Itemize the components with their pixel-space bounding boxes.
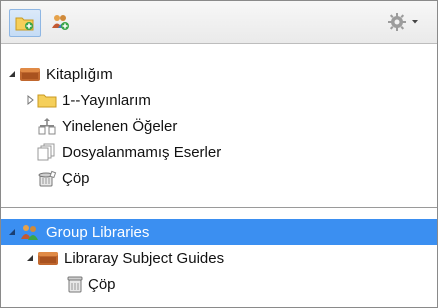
tree-item-label: Çöp xyxy=(62,169,90,187)
tree-item-label: 1--Yayınlarım xyxy=(62,91,151,109)
library-icon xyxy=(19,66,41,82)
group-add-icon xyxy=(52,15,69,30)
expanded-twisty-icon[interactable] xyxy=(25,253,35,263)
tree-item-group-trash[interactable]: Çöp xyxy=(1,271,437,297)
zotero-collections-pane: Kitaplığım 1--Yayınlarım Yinelenen Öğele… xyxy=(0,0,438,308)
tree-item-subject-guides[interactable]: Libraray Subject Guides xyxy=(1,245,437,271)
actions-menu-button[interactable] xyxy=(383,9,423,35)
folder-add-icon xyxy=(15,17,34,31)
new-collection-button[interactable] xyxy=(9,9,41,37)
folder-icon xyxy=(37,93,57,108)
tree-item-label: Çöp xyxy=(88,275,116,293)
tree-item-group-libraries[interactable]: Group Libraries xyxy=(1,219,437,245)
tree-item-label: Libraray Subject Guides xyxy=(64,249,225,267)
trash-icon xyxy=(37,169,57,187)
duplicate-items-icon xyxy=(37,117,57,135)
tree-item-trash[interactable]: Çöp xyxy=(1,165,437,191)
tree-item-yayinlarim[interactable]: 1--Yayınlarım xyxy=(1,87,437,113)
tree-item-label: Dosyalanmamış Eserler xyxy=(62,143,222,161)
unfiled-items-icon xyxy=(37,143,57,161)
library-icon xyxy=(37,250,59,266)
group-icon xyxy=(19,223,41,241)
tree-item-label: Group Libraries xyxy=(46,223,150,241)
tree-item-label: Yinelenen Öğeler xyxy=(62,117,178,135)
expanded-twisty-icon[interactable] xyxy=(7,227,17,237)
collapsed-twisty-icon[interactable] xyxy=(25,95,35,105)
tree-item-duplicate-items[interactable]: Yinelenen Öğeler xyxy=(1,113,437,139)
section-divider xyxy=(1,207,437,208)
tree-item-my-library[interactable]: Kitaplığım xyxy=(1,61,437,87)
trash-icon xyxy=(67,275,83,293)
gear-icon xyxy=(388,13,406,31)
chevron-down-icon xyxy=(412,20,418,24)
expanded-twisty-icon[interactable] xyxy=(7,69,17,79)
tree-item-unfiled-items[interactable]: Dosyalanmamış Eserler xyxy=(1,139,437,165)
new-group-button[interactable] xyxy=(45,9,75,35)
collections-tree: Kitaplığım 1--Yayınlarım Yinelenen Öğele… xyxy=(1,44,437,307)
tree-item-label: Kitaplığım xyxy=(46,65,113,83)
collections-toolbar xyxy=(1,1,437,44)
